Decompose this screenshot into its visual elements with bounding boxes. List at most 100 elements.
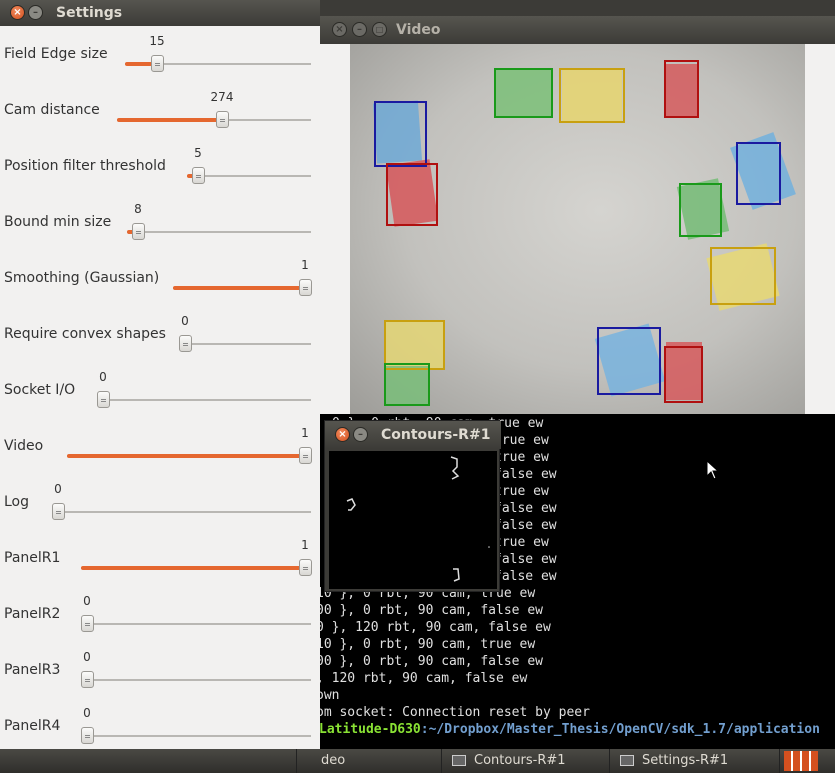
window-title: Settings: [56, 5, 123, 21]
red-bounding-box: [386, 163, 438, 226]
terminal-line: false ew: [494, 518, 557, 533]
minimize-icon[interactable]: –: [353, 427, 368, 442]
slider-value: 0: [54, 482, 62, 496]
taskbar: deo Contours-R#1 Settings-R#1: [0, 749, 835, 773]
slider-label: Require convex shapes: [4, 326, 166, 342]
close-icon[interactable]: ×: [332, 22, 347, 37]
slider-handle[interactable]: [299, 559, 312, 576]
slider-track[interactable]: [81, 679, 311, 681]
slider-handle[interactable]: [132, 223, 145, 240]
terminal-line: true ew: [494, 535, 549, 550]
slider-handle[interactable]: [81, 671, 94, 688]
close-icon[interactable]: ×: [10, 5, 25, 20]
red-bounding-box: [664, 60, 699, 118]
contours-titlebar[interactable]: × – Contours-R#1: [325, 421, 501, 449]
slider-value: 5: [194, 146, 202, 160]
slider-label: Bound min size: [4, 214, 112, 230]
slider-track[interactable]: [179, 343, 311, 345]
settings-window: × – Settings Field Edge size 15 Cam distan…: [0, 0, 320, 773]
slider-label: PanelR3: [4, 662, 61, 678]
taskbar-item-video[interactable]: deo: [296, 749, 442, 773]
prompt-host: Latitude-D630: [320, 722, 421, 737]
slider-value: 0: [83, 650, 91, 664]
slider-fill: [81, 566, 305, 570]
slider-handle[interactable]: [299, 447, 312, 464]
window-icon: [620, 755, 634, 766]
slider-handle[interactable]: [216, 111, 229, 128]
green-bounding-box: [679, 183, 722, 237]
taskbar-item-label: deo: [321, 753, 346, 768]
yellow-bounding-box: [559, 68, 625, 123]
window-title: Contours-R#1: [381, 427, 491, 443]
terminal-line: true ew: [494, 433, 549, 448]
close-icon[interactable]: ×: [335, 427, 350, 442]
slider-track[interactable]: [52, 511, 311, 513]
slider-value: 1: [301, 538, 309, 552]
slider-handle[interactable]: [52, 503, 65, 520]
slider-handle[interactable]: [81, 615, 94, 632]
slider-fill: [117, 118, 222, 122]
slider-track[interactable]: [81, 735, 311, 737]
maximize-icon[interactable]: □: [372, 22, 387, 37]
workspace-switcher-icon[interactable]: [784, 751, 818, 771]
slider-label: Smoothing (Gaussian): [4, 270, 160, 286]
video-titlebar[interactable]: × – □ Video: [320, 16, 835, 44]
terminal-line: 0 }, 120 rbt, 90 cam, false ew: [320, 620, 551, 635]
green-bounding-box: [384, 363, 430, 406]
blue-bounding-box: [374, 101, 427, 167]
green-bounding-box: [494, 68, 553, 118]
slider-track[interactable]: [81, 623, 311, 625]
terminal-line: false ew: [494, 467, 557, 482]
terminal-line: false ew: [494, 552, 557, 567]
slider-handle[interactable]: [81, 727, 94, 744]
taskbar-item-contours[interactable]: Contours-R#1: [444, 749, 610, 773]
slider-value: 1: [301, 426, 309, 440]
contour-image: [329, 451, 497, 589]
slider-value: 15: [149, 34, 165, 48]
minimize-icon[interactable]: –: [352, 22, 367, 37]
terminal-line: true ew: [494, 484, 549, 499]
contour-marks: [346, 456, 490, 582]
taskbar-item-label: Settings-R#1: [642, 753, 729, 768]
slider-fill: [173, 286, 305, 290]
slider-label: PanelR2: [4, 606, 61, 622]
slider-handle[interactable]: [299, 279, 312, 296]
minimize-icon[interactable]: –: [28, 5, 43, 20]
slider-label: Log: [4, 494, 30, 510]
slider-label: Field Edge size: [4, 46, 108, 62]
slider-label: PanelR4: [4, 718, 61, 734]
terminal-prompt: Latitude-D630:~/Dropbox/Master_Thesis/Op…: [320, 722, 820, 737]
window-icon: [452, 755, 466, 766]
settings-titlebar[interactable]: × – Settings: [0, 0, 320, 26]
taskbar-item-settings[interactable]: Settings-R#1: [612, 749, 780, 773]
slider-track[interactable]: [127, 231, 311, 233]
prompt-path: :~/Dropbox/Master_Thesis/OpenCV/sdk_1.7/…: [420, 722, 820, 737]
slider-value: 1: [301, 258, 309, 272]
terminal-line: false ew: [494, 501, 557, 516]
terminal-line: 00 }, 0 rbt, 90 cam, false ew: [320, 603, 543, 618]
slider-handle[interactable]: [179, 335, 192, 352]
terminal-line: , 120 rbt, 90 cam, false ew: [320, 671, 528, 686]
slider-handle[interactable]: [151, 55, 164, 72]
terminal-line: 00 }, 0 rbt, 90 cam, false ew: [320, 654, 543, 669]
video-window: × – □ Video: [320, 16, 835, 414]
slider-label: PanelR1: [4, 550, 61, 566]
window-title: Video: [396, 22, 441, 38]
slider-handle[interactable]: [192, 167, 205, 184]
yellow-bounding-box: [710, 247, 776, 305]
blue-bounding-box: [597, 327, 661, 395]
slider-value: 8: [134, 202, 142, 216]
slider-value: 0: [99, 370, 107, 384]
slider-label: Socket I/O: [4, 382, 76, 398]
taskbar-item-label: Contours-R#1: [474, 753, 566, 768]
slider-value: 0: [181, 314, 189, 328]
slider-track[interactable]: [97, 399, 311, 401]
terminal-line: true ew: [494, 450, 549, 465]
slider-value: 0: [83, 706, 91, 720]
mouse-cursor-icon: [706, 460, 720, 480]
terminal-line: false ew: [494, 569, 557, 584]
slider-handle[interactable]: [97, 391, 110, 408]
terminal-line: om socket: Connection reset by peer: [320, 705, 590, 720]
slider-track[interactable]: [187, 175, 311, 177]
camera-frame: [350, 44, 805, 414]
